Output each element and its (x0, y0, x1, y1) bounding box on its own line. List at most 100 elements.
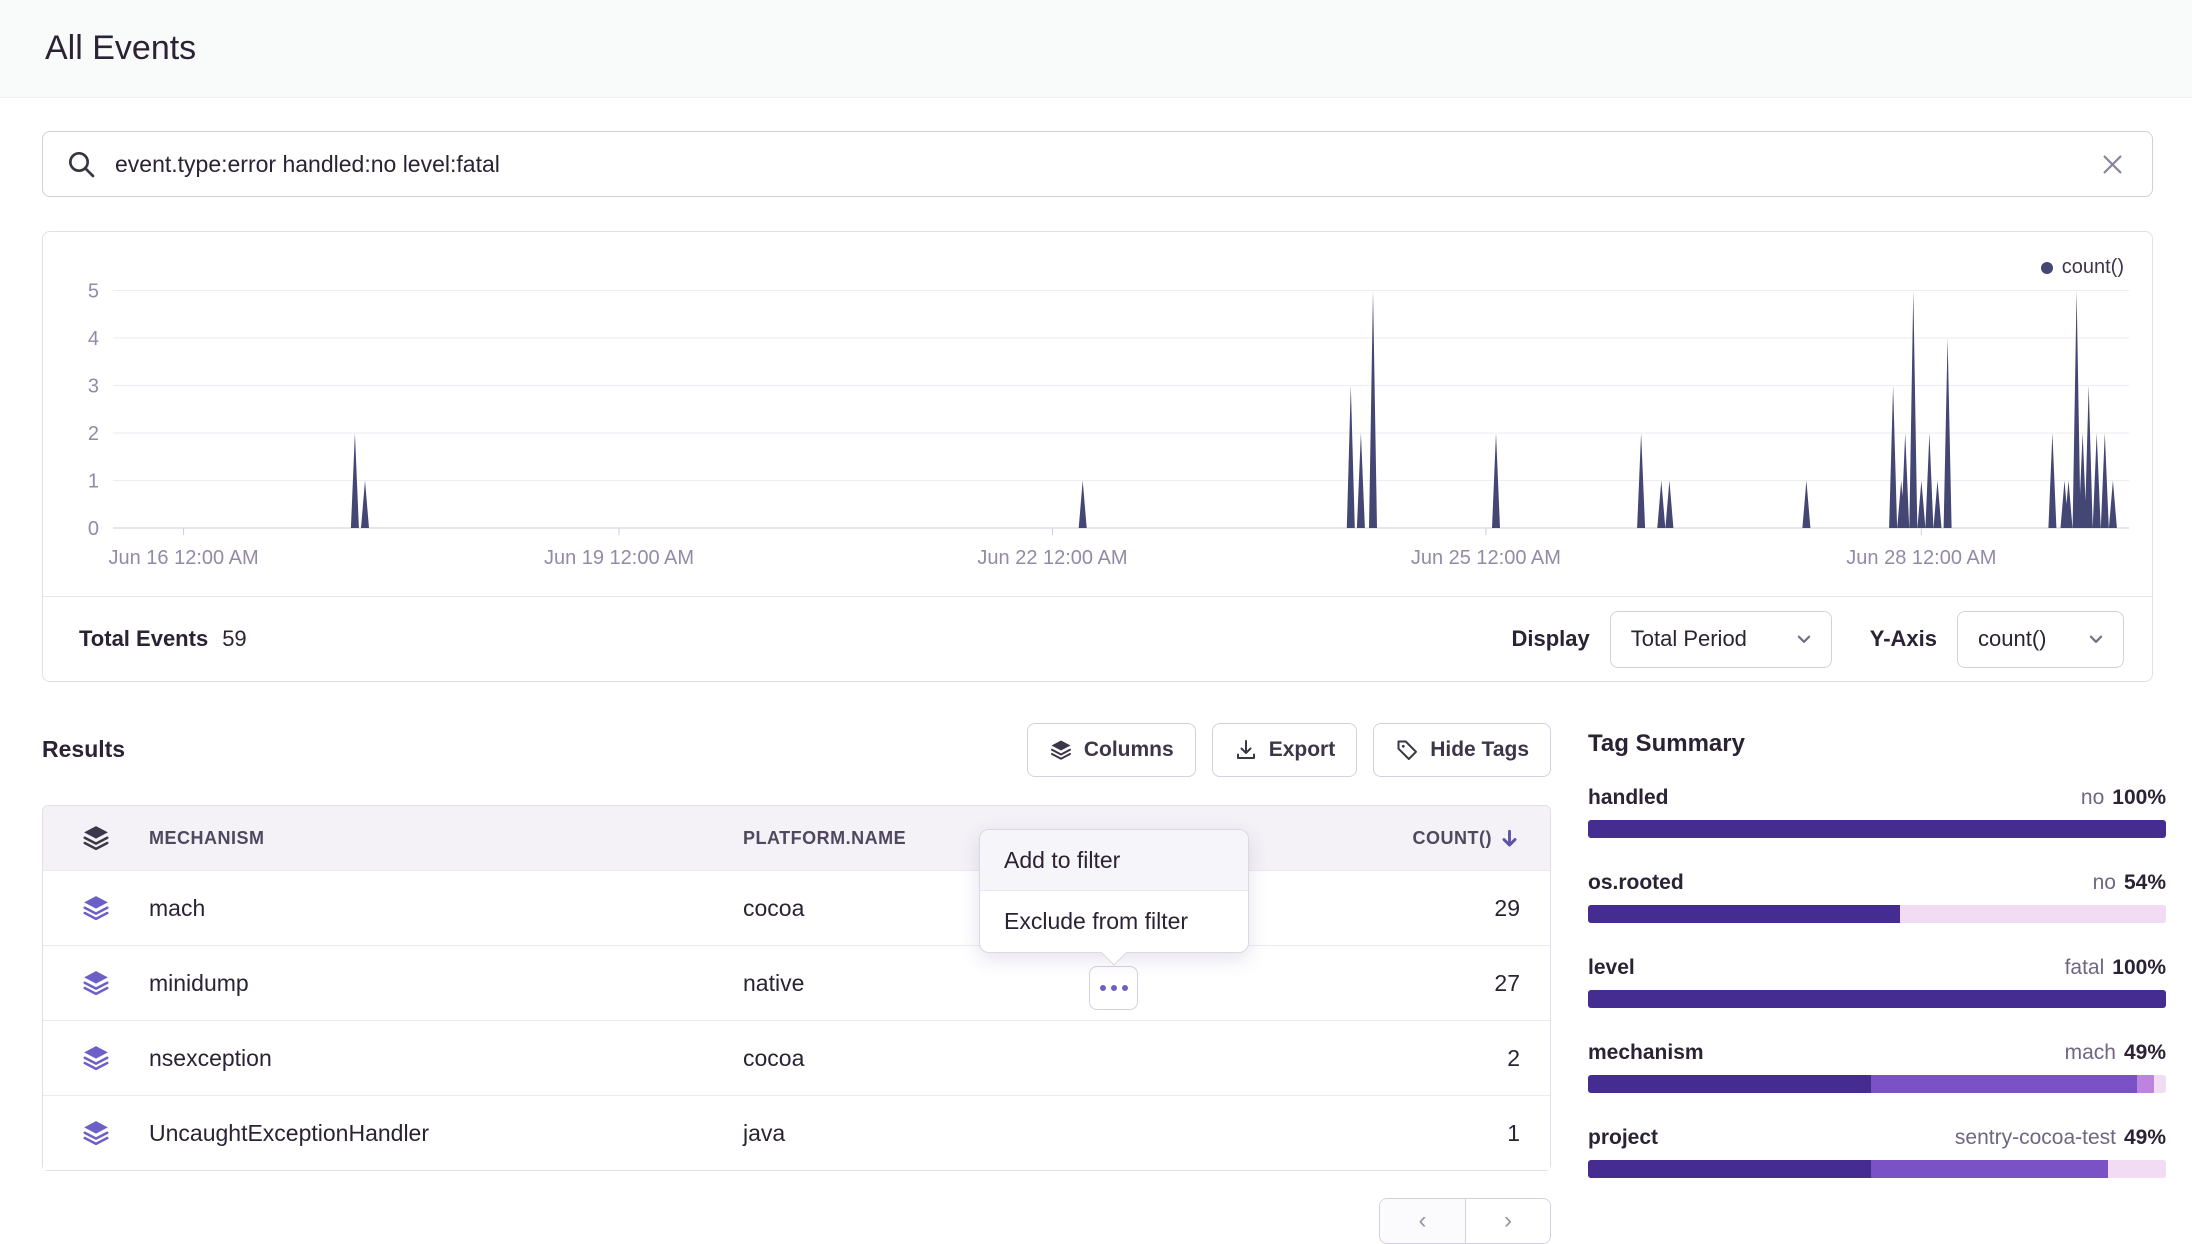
tag-distribution-bar[interactable] (1588, 1160, 2166, 1178)
tag-percent: 49% (2124, 1126, 2166, 1149)
table-row[interactable]: UncaughtExceptionHandler java 1 (43, 1095, 1550, 1170)
tag-name: handled (1588, 786, 1669, 810)
tag-name: project (1588, 1126, 1658, 1150)
tag-top-value: fatal (2065, 956, 2105, 979)
display-label: Display (1511, 626, 1589, 652)
svg-text:2: 2 (88, 423, 99, 445)
columns-button[interactable]: Columns (1027, 723, 1196, 777)
total-events-value: 59 (222, 626, 246, 652)
export-button-label: Export (1269, 738, 1336, 762)
svg-text:Jun 28 12:00 AM: Jun 28 12:00 AM (1846, 547, 1996, 569)
svg-text:0: 0 (88, 518, 99, 540)
svg-text:3: 3 (88, 376, 99, 398)
tag-bar-segment (1900, 905, 2166, 923)
tag-name: os.rooted (1588, 871, 1684, 895)
arrow-down-icon (1499, 828, 1520, 849)
tag-bar-segment (1588, 1160, 1871, 1178)
tag-distribution-bar[interactable] (1588, 1075, 2166, 1093)
svg-text:5: 5 (88, 281, 99, 303)
page-header: All Events (0, 0, 2192, 98)
cell-platform: java (743, 1120, 1340, 1147)
tag-top-value: no (2081, 786, 2104, 809)
tag-top-value: no (2093, 871, 2116, 894)
export-button[interactable]: Export (1212, 723, 1358, 777)
tag-percent: 54% (2124, 871, 2166, 894)
tag-top-value: mach (2065, 1041, 2116, 1064)
search-input[interactable] (113, 150, 2079, 179)
tag-item-handled: handled no 100% (1588, 786, 2166, 838)
tag-distribution-bar[interactable] (1588, 820, 2166, 838)
hide-tags-button[interactable]: Hide Tags (1373, 723, 1551, 777)
display-dropdown-value: Total Period (1631, 626, 1747, 652)
svg-text:Jun 19 12:00 AM: Jun 19 12:00 AM (544, 547, 694, 569)
results-toolbar: Columns Export Hide Tags (1027, 723, 1551, 777)
tag-bar-segment (1588, 820, 2166, 838)
cell-count: 29 (1340, 895, 1550, 922)
tag-name: mechanism (1588, 1041, 1704, 1065)
cell-platform: native (743, 970, 1340, 997)
cell-actions-button[interactable] (1089, 966, 1138, 1010)
chevron-down-icon (2087, 630, 2105, 648)
total-events-label: Total Events (79, 626, 208, 652)
svg-text:Jun 16 12:00 AM: Jun 16 12:00 AM (109, 547, 259, 569)
next-page-button[interactable]: › (1465, 1199, 1550, 1243)
results-heading: Results (42, 736, 125, 763)
previous-page-button[interactable]: ‹ (1380, 1199, 1465, 1243)
cell-mechanism: UncaughtExceptionHandler (149, 1120, 743, 1147)
table-row[interactable]: minidump native 27 (43, 945, 1550, 1020)
close-icon (2099, 151, 2126, 178)
tag-percent: 100% (2112, 786, 2166, 809)
tag-distribution-bar[interactable] (1588, 990, 2166, 1008)
table-row[interactable]: nsexception cocoa 2 (43, 1020, 1550, 1095)
tag-item-os-rooted: os.rooted no 54% (1588, 871, 2166, 923)
tag-distribution-bar[interactable] (1588, 905, 2166, 923)
cell-count: 1 (1340, 1120, 1550, 1147)
tag-item-mechanism: mechanism mach49% (1588, 1041, 2166, 1093)
column-header-mechanism[interactable]: MECHANISM (149, 828, 743, 849)
cell-mechanism: mach (149, 895, 743, 922)
tag-name: level (1588, 956, 1635, 980)
search-bar[interactable] (42, 131, 2153, 197)
pagination: ‹ › (1379, 1198, 1551, 1244)
cell-actions-menu: Add to filter Exclude from filter (979, 829, 1249, 953)
cell-count: 27 (1340, 970, 1550, 997)
cell-count: 2 (1340, 1045, 1550, 1072)
legend-label: count() (2062, 256, 2124, 279)
tag-bar-segment (2137, 1075, 2154, 1093)
legend-dot-icon (2041, 262, 2053, 274)
columns-stack-icon (1049, 738, 1073, 762)
results-table: MECHANISM PLATFORM.NAME COUNT() mach coc… (42, 805, 1551, 1171)
tag-bar-segment (1871, 1075, 2137, 1093)
stack-icon (43, 968, 149, 998)
stack-icon (43, 1118, 149, 1148)
svg-text:4: 4 (88, 328, 99, 350)
display-dropdown[interactable]: Total Period (1610, 611, 1832, 668)
svg-text:Jun 22 12:00 AM: Jun 22 12:00 AM (977, 547, 1127, 569)
events-chart-panel: count() 0 1 2 3 4 5 Jun 16 12:00 AM Jun 19 12:0… (42, 231, 2153, 682)
tag-item-level: level fatal 100% (1588, 956, 2166, 1008)
cell-platform: cocoa (743, 1045, 1340, 1072)
stack-icon (43, 1043, 149, 1073)
tag-percent: 100% (2112, 956, 2166, 979)
table-row[interactable]: mach cocoa 29 (43, 870, 1550, 945)
stack-icon (43, 823, 149, 853)
tag-bar-segment (2108, 1160, 2166, 1178)
tag-item-project: project sentry-cocoa-test49% (1588, 1126, 2166, 1178)
column-header-count[interactable]: COUNT() (1340, 828, 1550, 849)
menu-item-add-to-filter[interactable]: Add to filter (980, 830, 1248, 891)
yaxis-dropdown[interactable]: count() (1957, 611, 2124, 668)
tag-summary: Tag Summary handled no100% os.rooted no5… (1588, 730, 2166, 1211)
clear-search-button[interactable] (2095, 147, 2130, 182)
yaxis-label: Y-Axis (1870, 626, 1937, 652)
events-chart[interactable]: 0 1 2 3 4 5 Jun 16 12:00 AM Jun 19 12:00 AM Jun … (43, 232, 2154, 588)
chart-legend-count[interactable]: count() (2041, 256, 2124, 279)
page-title: All Events (45, 29, 196, 68)
table-header-row: MECHANISM PLATFORM.NAME COUNT() (43, 806, 1550, 870)
svg-text:1: 1 (88, 471, 99, 493)
cell-mechanism: minidump (149, 970, 743, 997)
tag-bar-segment (1588, 990, 2166, 1008)
tag-bar-segment (1588, 1075, 1871, 1093)
count-header-label: COUNT() (1413, 828, 1492, 849)
columns-button-label: Columns (1084, 738, 1174, 762)
chart-footer: Total Events 59 Display Total Period Y-A… (43, 596, 2152, 681)
